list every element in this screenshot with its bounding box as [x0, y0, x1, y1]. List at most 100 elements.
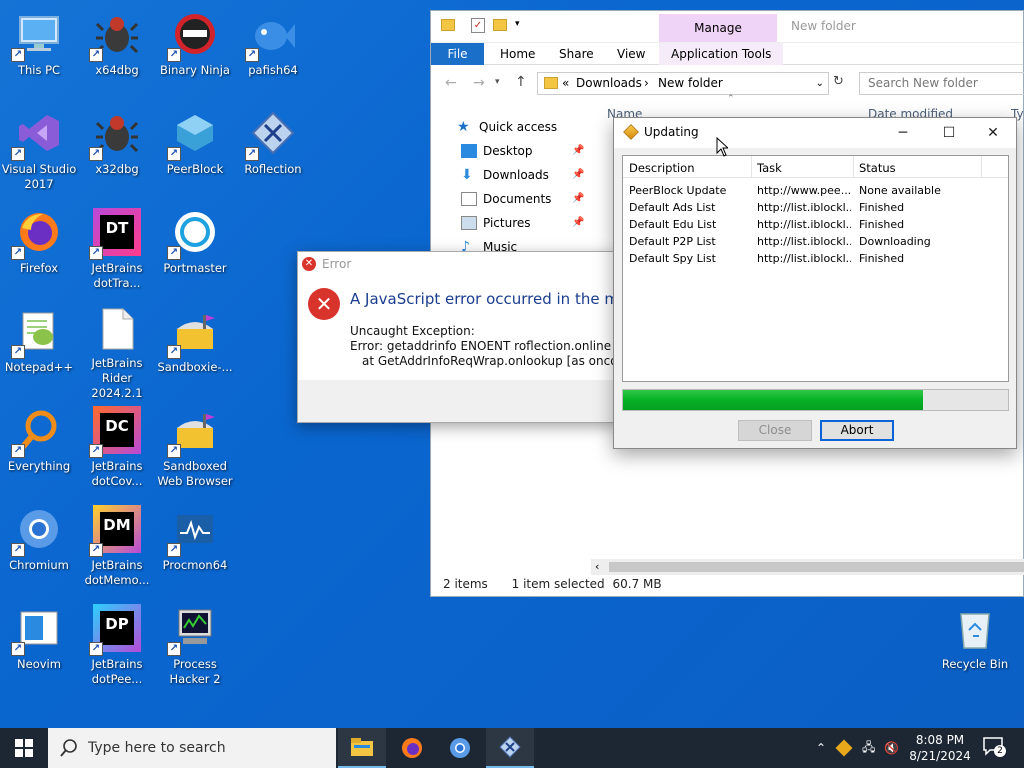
horizontal-scrollbar[interactable]: ‹ — [591, 559, 1024, 575]
pictures-icon — [461, 216, 477, 230]
nav-desktop[interactable]: Desktop — [461, 144, 533, 158]
pin-icon: 📌 — [572, 193, 585, 204]
tab-view[interactable]: View — [617, 43, 645, 65]
scroll-left-icon[interactable]: ‹ — [595, 560, 599, 573]
recent-chevron-icon[interactable]: ▾ — [495, 77, 500, 87]
status-selected: 1 item selected — [511, 577, 605, 591]
nav-downloads[interactable]: ⬇ Downloads — [461, 168, 549, 182]
list-item[interactable]: Default P2P List http://list.iblockl... … — [623, 233, 1008, 250]
desktop-icon-jetbrains-rider[interactable]: JetBrains Rider 2024.2.1 — [78, 303, 156, 400]
nav-pictures[interactable]: Pictures — [461, 216, 531, 230]
desktop-icon-this-pc[interactable]: ↗ This PC — [0, 6, 78, 98]
desktop-icon-notepadpp[interactable]: ↗ Notepad++ — [0, 303, 78, 395]
desktop-icon-x32dbg[interactable]: ↗ x32dbg — [78, 105, 156, 197]
desktop-icon-recycle-bin[interactable]: Recycle Bin — [936, 600, 1014, 692]
desktop-icon-visual-studio[interactable]: ↗ Visual Studio 2017 — [0, 105, 78, 197]
show-hidden-icons-chevron-icon[interactable]: ⌃ — [816, 728, 826, 768]
taskbar-firefox[interactable] — [388, 728, 436, 768]
row-description: Default Spy List — [629, 252, 716, 265]
sandboxie-icon: ↗ — [167, 307, 219, 359]
desktop-icon-roflection[interactable]: ↗ Roflection — [234, 105, 312, 197]
desktop-icon-firefox[interactable]: ↗ Firefox — [0, 204, 78, 296]
refresh-icon[interactable]: ↻ — [833, 74, 844, 89]
new-folder-icon[interactable] — [493, 19, 507, 31]
notification-center-button[interactable]: 2 — [982, 736, 1006, 760]
chevron-down-icon[interactable]: ⌄ — [816, 73, 824, 94]
network-icon[interactable]: 🖧 — [862, 728, 875, 768]
taskbar-search-input[interactable]: Type here to search — [48, 728, 336, 768]
error-icon: ✕ — [302, 257, 316, 271]
search-input[interactable]: Search New folder — [859, 72, 1024, 95]
start-button[interactable] — [0, 728, 48, 768]
nav-quick-access[interactable]: ★ Quick access — [457, 120, 557, 134]
process-hacker-icon: ↗ — [167, 604, 219, 656]
jetbrains-dt-icon: DT ↗ — [89, 208, 141, 260]
desktop-icon-portmaster[interactable]: ↗ Portmaster — [156, 204, 234, 296]
abort-button[interactable]: Abort — [820, 420, 894, 441]
scrollbar-thumb[interactable] — [609, 562, 1024, 572]
clock[interactable]: 8:08 PM 8/21/2024 — [904, 732, 976, 764]
peerblock-tray-icon[interactable] — [835, 728, 853, 768]
desktop-icon-sandboxed-browser[interactable]: ↗ Sandboxed Web Browser — [156, 402, 234, 494]
chromium-icon — [450, 738, 470, 758]
column-header-description[interactable]: Description — [629, 161, 695, 175]
taskbar-file-explorer[interactable] — [338, 728, 386, 768]
breadcrumb-downloads[interactable]: Downloads — [576, 73, 642, 94]
forward-arrow-icon[interactable]: → — [473, 75, 485, 91]
desktop-icon-peerblock[interactable]: ↗ PeerBlock — [156, 105, 234, 197]
close-dialog-button[interactable]: Close — [738, 420, 812, 441]
column-header-status[interactable]: Status — [859, 161, 896, 175]
list-item[interactable]: Default Spy List http://list.iblockl... … — [623, 250, 1008, 267]
list-item[interactable]: Default Edu List http://list.iblockl... … — [623, 216, 1008, 233]
desktop-icon-label: Procmon64 — [162, 558, 228, 572]
shortcut-arrow-icon: ↗ — [167, 543, 181, 557]
back-arrow-icon[interactable]: ← — [445, 75, 457, 91]
up-arrow-icon[interactable]: ↑ — [515, 74, 527, 90]
column-separator — [853, 156, 854, 178]
close-button[interactable]: ✕ — [970, 118, 1016, 148]
breadcrumb-new-folder[interactable]: New folder — [658, 73, 723, 94]
desktop-icon-jetbrains-dotmemory[interactable]: DM ↗ JetBrains dotMemo... — [78, 501, 156, 593]
address-bar[interactable]: « Downloads › New folder ⌄ — [537, 72, 829, 95]
desktop-icon-jetbrains-dotpeek[interactable]: DP ↗ JetBrains dotPee... — [78, 600, 156, 692]
taskbar-chromium[interactable] — [436, 728, 484, 768]
manage-context-tab[interactable]: Manage — [659, 14, 777, 42]
desktop-icon-label: Sandboxed Web Browser — [157, 459, 233, 488]
minimize-button[interactable]: ─ — [880, 118, 926, 148]
desktop-icon-label: Firefox — [19, 261, 59, 275]
desktop-icon-jetbrains-dottrace[interactable]: DT ↗ JetBrains dotTra... — [78, 204, 156, 296]
tab-file[interactable]: File — [431, 43, 484, 65]
tab-home[interactable]: Home — [500, 43, 535, 65]
desktop-icon-label: JetBrains dotMemo... — [84, 558, 150, 587]
properties-icon[interactable]: ✓ — [471, 18, 485, 33]
update-list[interactable]: Description Task Status PeerBlock Update… — [622, 155, 1009, 382]
nav-documents[interactable]: Documents — [461, 192, 551, 206]
desktop-icon-sandboxie[interactable]: ↗ Sandboxie-... — [156, 303, 234, 395]
tab-share[interactable]: Share — [559, 43, 594, 65]
desktop-icon-pafish[interactable]: ↗ pafish64 — [234, 6, 312, 98]
updating-dialog: Updating ─ ☐ ✕ Description Task Status P… — [613, 117, 1017, 449]
desktop-icon-everything[interactable]: ↗ Everything — [0, 402, 78, 494]
desktop-icon-x64dbg[interactable]: ↗ x64dbg — [78, 6, 156, 98]
desktop-icon-label: JetBrains dotCov... — [91, 459, 143, 488]
tab-application-tools[interactable]: Application Tools — [659, 43, 784, 65]
row-description: PeerBlock Update — [629, 184, 727, 197]
window-title: New folder — [791, 19, 856, 33]
chevron-down-icon[interactable]: ▾ — [515, 19, 520, 29]
portmaster-icon: ↗ — [167, 208, 219, 260]
desktop-icon-procmon[interactable]: ↗ Procmon64 — [156, 501, 234, 593]
list-item[interactable]: PeerBlock Update http://www.pee... None … — [623, 182, 1008, 199]
column-header-task[interactable]: Task — [757, 161, 782, 175]
desktop-icon-neovim[interactable]: ↗ Neovim — [0, 600, 78, 692]
desktop-icon-jetbrains-dotcover[interactable]: DC ↗ JetBrains dotCov... — [78, 402, 156, 494]
taskbar-roflection[interactable] — [486, 728, 534, 768]
progress-fill — [623, 390, 924, 410]
desktop-icon-binary-ninja[interactable]: ↗ Binary Ninja — [156, 6, 234, 98]
desktop-icon-chromium[interactable]: ↗ Chromium — [0, 501, 78, 593]
volume-muted-icon[interactable]: 🔇 — [884, 728, 899, 768]
shortcut-arrow-icon: ↗ — [89, 642, 103, 656]
computer-icon: ↗ — [11, 10, 63, 62]
maximize-button[interactable]: ☐ — [926, 118, 972, 148]
desktop-icon-process-hacker[interactable]: ↗ Process Hacker 2 — [156, 600, 234, 692]
list-item[interactable]: Default Ads List http://list.iblockl... … — [623, 199, 1008, 216]
